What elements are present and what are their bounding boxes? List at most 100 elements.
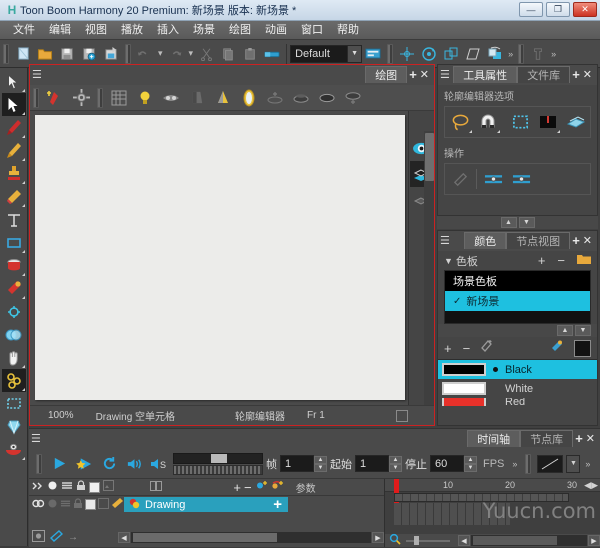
scale-icon[interactable] [440, 43, 462, 65]
close-tab-button[interactable]: ✕ [582, 234, 595, 247]
panel-menu-icon[interactable]: ☰ [31, 434, 49, 445]
drawing-canvas-area[interactable]: Yuucn L C [30, 111, 434, 424]
layer-color-swatch[interactable] [85, 499, 96, 510]
menu-view[interactable]: 视图 [78, 21, 114, 40]
mirror-icon[interactable] [236, 86, 262, 110]
drawing-canvas[interactable] [35, 115, 405, 400]
stepper-up[interactable]: ▲ [314, 456, 327, 464]
toolbar-overflow-1[interactable]: » [506, 49, 515, 59]
select-frame-tool[interactable] [2, 392, 26, 415]
toolbar-overflow-2[interactable]: » [549, 49, 558, 59]
view-layout-icon[interactable] [362, 43, 384, 65]
thumbnail-toggle-icon[interactable] [103, 480, 114, 494]
timeline-ruler[interactable]: 10 20 30 ◀▶ [385, 479, 600, 492]
current-frame-field[interactable]: 帧 1 ▲▼ [266, 455, 327, 472]
align-vertical-icon[interactable] [509, 168, 533, 190]
add-tab-button[interactable]: + [573, 431, 585, 446]
remove-color-button[interactable]: − [463, 341, 471, 356]
onion-next-icon[interactable] [314, 86, 340, 110]
undo-dropdown-icon[interactable]: ▾ [156, 48, 165, 59]
close-tab-button[interactable]: ✕ [585, 432, 598, 445]
toolbar-grip-2[interactable] [125, 44, 131, 64]
layer-hscrollbar[interactable] [131, 532, 371, 543]
lasso-icon[interactable] [448, 111, 472, 133]
copy-icon[interactable] [217, 43, 239, 65]
morph-tool[interactable] [2, 323, 26, 346]
selection-tool[interactable] [2, 70, 26, 93]
stop-frame-input[interactable]: 60 [430, 455, 464, 472]
remove-layer-button[interactable]: − [244, 480, 252, 495]
onion-prev-icon[interactable] [262, 86, 288, 110]
scrollbar-thumb[interactable] [425, 133, 434, 181]
menu-play[interactable]: 播放 [114, 21, 150, 40]
current-frame-stepper[interactable]: ▲▼ [314, 456, 327, 472]
skew-icon[interactable] [462, 43, 484, 65]
check-icon[interactable]: ✓ [453, 296, 461, 307]
onion-skin-icon[interactable] [158, 86, 184, 110]
shading-icon[interactable] [184, 86, 210, 110]
palette-list-item[interactable]: ✓ 新场景 [445, 291, 590, 311]
track-hscroll-right[interactable]: ▶ [588, 535, 600, 546]
undo-icon[interactable] [134, 43, 156, 65]
transport-grip-2[interactable] [525, 454, 531, 474]
scrollbar-thumb[interactable] [133, 533, 277, 542]
onion-next2-icon[interactable] [340, 86, 366, 110]
layer-options-icon[interactable] [32, 530, 45, 545]
stop-frame-stepper[interactable]: ▲▼ [464, 456, 477, 472]
toolbar-grip-3[interactable] [387, 44, 393, 64]
start-frame-stepper[interactable]: ▲▼ [389, 456, 402, 472]
track-hscroll-left[interactable]: ◀ [458, 535, 470, 546]
redo-dropdown-icon[interactable]: ▾ [187, 48, 196, 59]
playback-speed-slider[interactable] [173, 453, 263, 475]
layer-tool-icon[interactable] [50, 530, 63, 545]
ruler-resize-icon[interactable]: ◀▶ [584, 480, 598, 491]
layer-pencil-icon[interactable] [111, 497, 124, 512]
workspace-preset-select[interactable]: Default ▼ [290, 45, 362, 63]
table-row[interactable]: Drawing + [29, 496, 384, 513]
canvas-vertical-scrollbar[interactable] [424, 131, 434, 423]
palette-list[interactable]: 场景色板 ✓ 新场景 [444, 270, 591, 324]
stepper-down[interactable]: ▼ [314, 464, 327, 472]
menu-file[interactable]: 文件 [6, 21, 42, 40]
add-drawing-icon[interactable] [42, 86, 68, 110]
interpolation-dropdown-icon[interactable]: ▼ [566, 455, 580, 473]
close-tab-button[interactable]: ✕ [582, 68, 595, 81]
hscroll-right-button[interactable]: ▶ [372, 532, 384, 543]
tab-colour[interactable]: 颜色 [464, 232, 506, 249]
cut-icon[interactable] [195, 43, 217, 65]
close-tab-button[interactable]: ✕ [419, 68, 432, 81]
drawing-toolbar-grip[interactable] [33, 88, 39, 108]
rotate-icon[interactable] [418, 43, 440, 65]
save-all-icon[interactable] [78, 43, 100, 65]
timeline-track-area[interactable]: 10 20 30 ◀▶ Yuucn.com [385, 479, 600, 547]
save-icon[interactable] [56, 43, 78, 65]
close-button[interactable]: ✕ [573, 2, 597, 17]
timeline-overflow-2[interactable]: » [583, 459, 592, 469]
add-texture-icon[interactable] [481, 340, 493, 356]
panel-resize-handle[interactable]: ▲ ▼ [437, 216, 598, 229]
current-color-swatch[interactable] [574, 340, 591, 357]
eraser-tool[interactable] [2, 185, 26, 208]
timeline-overflow[interactable]: » [510, 459, 519, 469]
flatten-icon[interactable] [564, 111, 588, 133]
paint-bucket-tool[interactable] [2, 254, 26, 277]
color-list[interactable]: Black White Red [438, 359, 597, 406]
palette-collapse-down[interactable]: ▼ [575, 325, 591, 336]
sound-icon[interactable] [123, 453, 145, 475]
add-peg-icon[interactable] [255, 480, 268, 494]
flip-icon[interactable] [484, 43, 506, 65]
menu-insert[interactable]: 插入 [150, 21, 186, 40]
toolbar-grip[interactable] [3, 44, 9, 64]
panel-menu-icon[interactable]: ☰ [32, 70, 50, 81]
add-group-icon[interactable] [271, 480, 284, 494]
tab-node-view[interactable]: 节点视图 [506, 232, 570, 249]
onion-prev2-icon[interactable] [288, 86, 314, 110]
menu-window[interactable]: 窗口 [294, 21, 330, 40]
color-all-swatch[interactable] [89, 482, 100, 493]
folder-icon[interactable] [577, 254, 591, 268]
settings-icon[interactable] [68, 86, 94, 110]
interpolation-preview[interactable] [537, 455, 563, 473]
current-frame-input[interactable]: 1 [280, 455, 314, 472]
pen-disabled-icon[interactable] [448, 168, 472, 190]
remove-palette-button[interactable]: − [557, 253, 565, 268]
